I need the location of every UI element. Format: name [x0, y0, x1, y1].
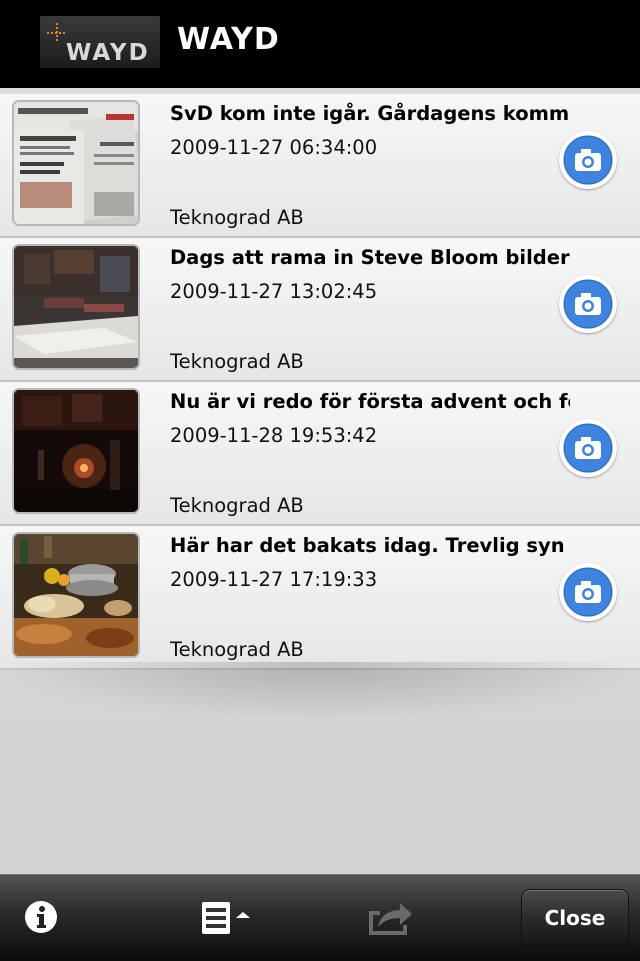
camera-button[interactable] — [559, 419, 617, 477]
post-title: SvD kom inte igår. Gårdagens komm — [170, 102, 570, 125]
camera-button[interactable] — [559, 563, 617, 621]
post-thumbnail — [12, 532, 140, 658]
post-thumbnail — [12, 100, 140, 226]
page-title: WAYD — [177, 22, 280, 57]
share-button[interactable] — [366, 897, 414, 937]
camera-icon — [563, 567, 613, 617]
newspaper-photo-icon — [14, 102, 138, 224]
share-icon — [369, 903, 412, 935]
logo-text: WAYD — [66, 40, 150, 66]
post-title: Nu är vi redo för första advent och fö — [170, 390, 570, 413]
advent-candles-photo-icon — [14, 390, 138, 512]
post-date: 2009-11-27 17:19:33 — [170, 568, 378, 591]
camera-button[interactable] — [559, 131, 617, 189]
camera-button[interactable] — [559, 275, 617, 333]
wayd-logo: WAYD — [40, 16, 160, 68]
list-item[interactable]: Dags att rama in Steve Bloom bildern 200… — [0, 238, 640, 382]
post-author: Teknograd AB — [170, 494, 304, 517]
info-icon — [25, 901, 57, 933]
post-author: Teknograd AB — [170, 638, 304, 661]
logo-cross-icon — [47, 23, 67, 43]
camera-icon — [563, 135, 613, 185]
bottom-toolbar: Close — [0, 874, 640, 961]
baking-photo-icon — [14, 534, 138, 656]
list-menu-icon — [202, 902, 250, 934]
camera-icon — [563, 279, 613, 329]
app-header: WAYD WAYD — [0, 0, 640, 88]
list-item[interactable]: SvD kom inte igår. Gårdagens komm 2009-1… — [0, 94, 640, 238]
post-list[interactable]: SvD kom inte igår. Gårdagens komm 2009-1… — [0, 88, 640, 874]
list-item[interactable]: Nu är vi redo för första advent och fö 2… — [0, 382, 640, 526]
info-button[interactable] — [24, 900, 58, 934]
close-button[interactable]: Close — [521, 889, 629, 947]
post-date: 2009-11-27 06:34:00 — [170, 136, 378, 159]
post-thumbnail — [12, 244, 140, 370]
list-item[interactable]: Här har det bakats idag. Trevlig syn o 2… — [0, 526, 640, 670]
post-thumbnail — [12, 388, 140, 514]
list-menu-button[interactable] — [200, 898, 262, 936]
post-date: 2009-11-27 13:02:45 — [170, 280, 378, 303]
camera-icon — [563, 423, 613, 473]
post-author: Teknograd AB — [170, 206, 304, 229]
workshop-photo-icon — [14, 246, 138, 368]
post-author: Teknograd AB — [170, 350, 304, 373]
post-date: 2009-11-28 19:53:42 — [170, 424, 378, 447]
post-title: Dags att rama in Steve Bloom bildern — [170, 246, 570, 269]
post-title: Här har det bakats idag. Trevlig syn o — [170, 534, 570, 557]
list-end-shadow — [0, 662, 640, 722]
